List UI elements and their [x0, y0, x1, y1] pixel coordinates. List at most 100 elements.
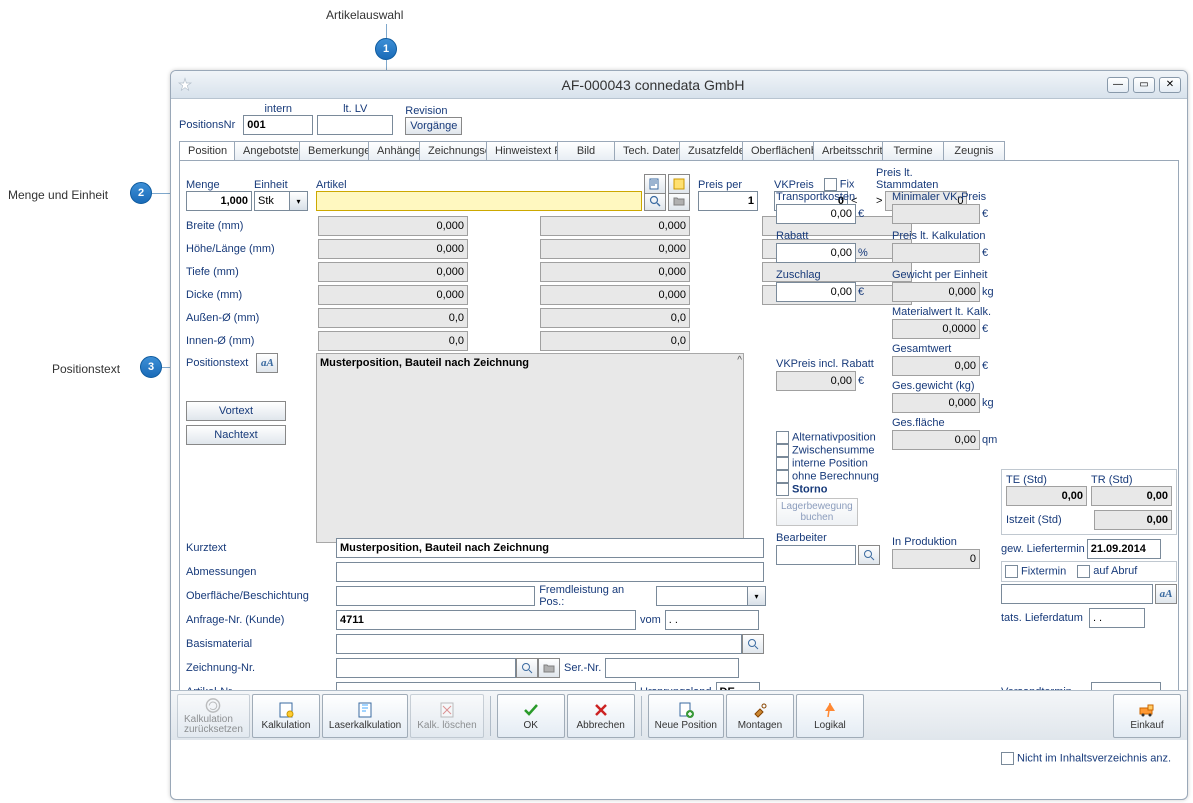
oberf-label: Oberfläche/Beschichtung: [186, 590, 336, 602]
qm-unit: qm: [982, 434, 1000, 446]
transport-input[interactable]: [776, 204, 856, 224]
dicke-input-1[interactable]: [318, 285, 468, 305]
search-bearbeiter-icon[interactable]: [858, 545, 880, 565]
menge-input[interactable]: [186, 191, 252, 211]
einheit-dropdown[interactable]: ▾: [290, 191, 308, 211]
zuschlag-input[interactable]: [776, 282, 856, 302]
tab-bild[interactable]: Bild: [557, 141, 615, 160]
tab-termine[interactable]: Termine: [882, 141, 944, 160]
search-basis-icon[interactable]: [742, 634, 764, 654]
search-zeich-icon[interactable]: [516, 658, 538, 678]
kalk-reset-button[interactable]: Kalkulation zurücksetzen: [177, 694, 250, 738]
ist-input: [1094, 510, 1172, 530]
notes-input[interactable]: [1001, 584, 1153, 604]
aussen-input-2[interactable]: [540, 308, 690, 328]
vkpreis-label: VKPreis: [774, 179, 814, 191]
vom-input[interactable]: [665, 610, 759, 630]
basis-input[interactable]: [336, 634, 742, 654]
close-button[interactable]: ✕: [1159, 77, 1181, 93]
euro-unit: €: [858, 375, 876, 387]
positionstext-area[interactable]: Musterposition, Bauteil nach Zeichnung: [316, 353, 744, 543]
preisper-input[interactable]: [698, 191, 758, 211]
font-icon-2[interactable]: aA: [1155, 584, 1177, 604]
maximize-button[interactable]: ▭: [1133, 77, 1155, 93]
tab-techdaten[interactable]: Tech. Daten: [614, 141, 680, 160]
nachtext-button[interactable]: Nachtext: [186, 425, 286, 445]
tab-zeichnungsor[interactable]: Zeichnungsor: [419, 141, 487, 160]
einkauf-button[interactable]: Einkauf: [1113, 694, 1181, 738]
tab-position[interactable]: Position: [179, 141, 235, 160]
lagerbewegung-button[interactable]: Lagerbewegung buchen: [776, 498, 858, 526]
kurztext-input[interactable]: [336, 538, 764, 558]
callout-badge-2: 2: [130, 182, 152, 204]
search-icon[interactable]: [644, 191, 666, 211]
gesamtwert-input: [892, 356, 980, 376]
innen-input-1[interactable]: [318, 331, 468, 351]
folder-zeich-icon[interactable]: [538, 658, 560, 678]
tab-oberflaechenbe[interactable]: Oberflächenbe: [742, 141, 814, 160]
artikel-input[interactable]: [316, 191, 642, 211]
kg-unit: kg: [982, 397, 1000, 409]
fixtermin-checkbox[interactable]: [1005, 565, 1018, 578]
scroll-up-icon[interactable]: ^: [737, 355, 742, 366]
hoehe-input-1[interactable]: [318, 239, 468, 259]
fremd-dropdown[interactable]: ▾: [748, 586, 766, 606]
breite-input-2[interactable]: [540, 216, 690, 236]
fix-checkbox[interactable]: [824, 178, 837, 191]
vorgaenge-button[interactable]: Vorgänge: [405, 117, 462, 135]
altpos-checkbox[interactable]: [776, 431, 789, 444]
abmess-input[interactable]: [336, 562, 764, 582]
laserkalk-button[interactable]: Laserkalkulation: [322, 694, 408, 738]
dicke-input-2[interactable]: [540, 285, 690, 305]
font-icon[interactable]: aA: [256, 353, 278, 373]
aufabruf-checkbox[interactable]: [1077, 565, 1090, 578]
minimize-button[interactable]: —: [1107, 77, 1129, 93]
positionsnr-input[interactable]: [243, 115, 313, 135]
gewliefer-input[interactable]: [1087, 539, 1161, 559]
tab-zeugnis[interactable]: Zeugnis: [943, 141, 1005, 160]
tr-label: TR (Std): [1091, 474, 1133, 486]
vortext-button[interactable]: Vortext: [186, 401, 286, 421]
zwsum-checkbox[interactable]: [776, 444, 789, 457]
tab-bemerkungen[interactable]: Bemerkungen: [299, 141, 369, 160]
kalk-delete-button[interactable]: Kalk. löschen: [410, 694, 483, 738]
oberf-input[interactable]: [336, 586, 536, 606]
innen-input-2[interactable]: [540, 331, 690, 351]
ohneber-checkbox[interactable]: [776, 470, 789, 483]
tab-zusatzfelder[interactable]: Zusatzfelder: [679, 141, 743, 160]
folder-icon[interactable]: [668, 191, 690, 211]
montagen-button[interactable]: Montagen: [726, 694, 794, 738]
rabatt-input[interactable]: [776, 243, 856, 263]
euro-unit: €: [982, 360, 1000, 372]
sernr-input[interactable]: [605, 658, 739, 678]
tab-angebotstext[interactable]: Angebotstext: [234, 141, 300, 160]
zeich-input[interactable]: [336, 658, 516, 678]
tab-arbeitsschritte[interactable]: Arbeitsschritte: [813, 141, 883, 160]
fremd-input[interactable]: [656, 586, 748, 606]
tab-anhaenge[interactable]: Anhänge: [368, 141, 420, 160]
aussen-input-1[interactable]: [318, 308, 468, 328]
hoehe-input-2[interactable]: [540, 239, 690, 259]
minvk-input: [892, 204, 980, 224]
breite-input-1[interactable]: [318, 216, 468, 236]
intpos-checkbox[interactable]: [776, 457, 789, 470]
nichtim-checkbox[interactable]: [1001, 752, 1014, 765]
anfrage-input[interactable]: [336, 610, 636, 630]
note-icon[interactable]: [668, 174, 690, 194]
einheit-input[interactable]: [254, 191, 290, 211]
storno-checkbox[interactable]: [776, 483, 789, 496]
ohneber-label: ohne Berechnung: [792, 470, 879, 482]
logikal-button[interactable]: Logikal: [796, 694, 864, 738]
kg-unit: kg: [982, 286, 1000, 298]
abbrechen-button[interactable]: Abbrechen: [567, 694, 635, 738]
doc-icon[interactable]: [644, 174, 666, 194]
kalkulation-button[interactable]: Kalkulation: [252, 694, 320, 738]
ltlv-input[interactable]: [317, 115, 393, 135]
tiefe-input-2[interactable]: [540, 262, 690, 282]
ok-button[interactable]: OK: [497, 694, 565, 738]
bearbeiter-input[interactable]: [776, 545, 856, 565]
tiefe-input-1[interactable]: [318, 262, 468, 282]
tab-hinweistext[interactable]: Hinweistext Fi: [486, 141, 558, 160]
tatsliefer-input[interactable]: [1089, 608, 1145, 628]
neue-position-button[interactable]: Neue Position: [648, 694, 724, 738]
